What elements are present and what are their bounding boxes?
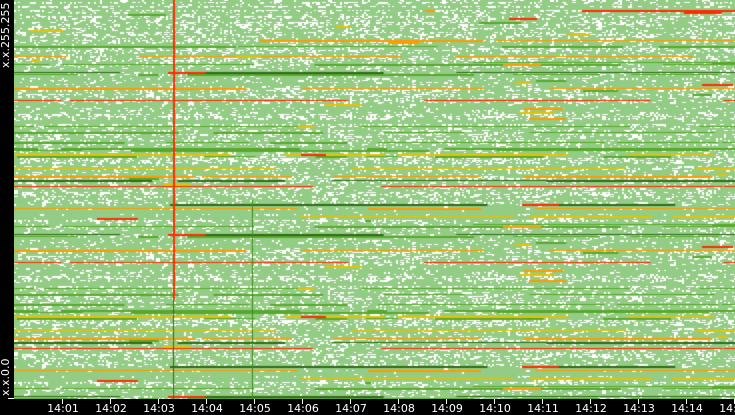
x-tick-label: 14:02 (95, 402, 127, 415)
x-tick-label: 14:10 (479, 402, 511, 415)
x-tick-label: 14:13 (623, 402, 655, 415)
x-tick-label: 14:11 (527, 402, 559, 415)
heatmap-plot (14, 0, 735, 399)
x-tick-label: 14:12 (575, 402, 607, 415)
x-tick-label: 14:05 (239, 402, 271, 415)
y-tick-label-top: x.x.255.255 (0, 2, 12, 68)
x-tick-label: 14:01 (47, 402, 79, 415)
y-tick-label-bottom: x.x.0.0 (0, 358, 12, 396)
x-tick-label: 14:15 (719, 402, 735, 415)
x-tick-label: 14:06 (287, 402, 319, 415)
x-axis: 14:01 14:02 14:03 14:04 14:05 14:06 14:07 14:08… (0, 399, 735, 415)
x-tick-label: 14:09 (431, 402, 463, 415)
y-axis: x.x.255.255 x.x.0.0 (0, 0, 14, 399)
x-tick-label: 14:07 (335, 402, 367, 415)
x-tick-label: 14:08 (383, 402, 415, 415)
x-tick-label: 14:14 (671, 402, 703, 415)
x-tick-label: 14:04 (191, 402, 223, 415)
x-tick-label: 14:03 (143, 402, 175, 415)
